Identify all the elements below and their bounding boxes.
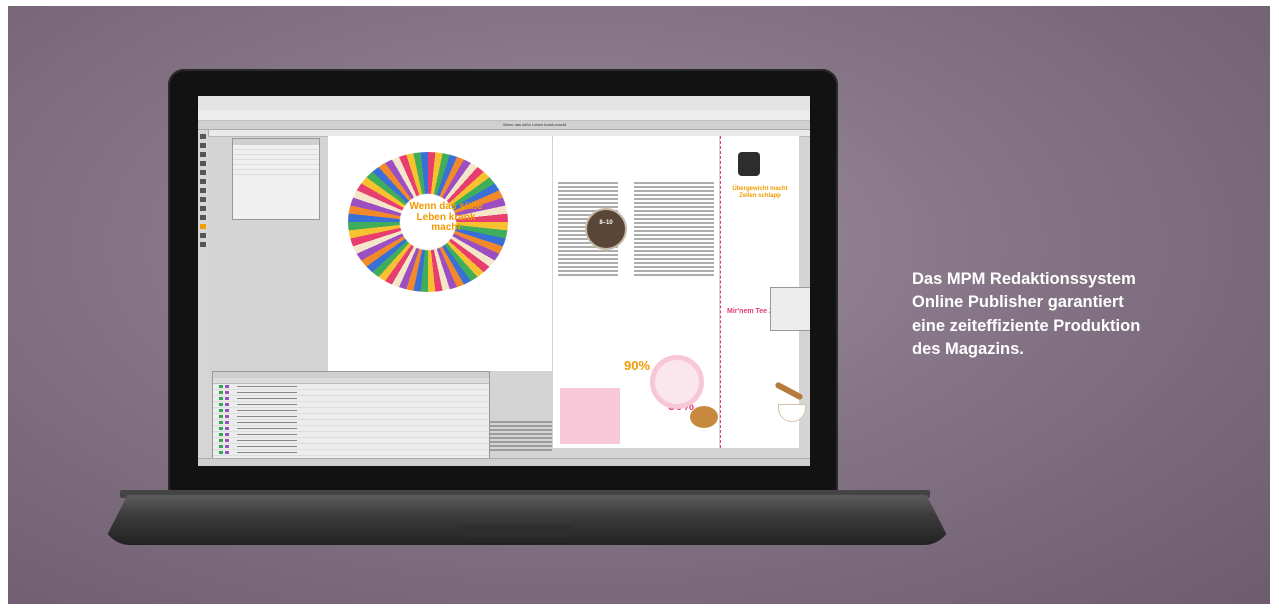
laptop-screen: Wenn das süße Leben krank macht Wenn das… [198, 96, 810, 466]
color-tool-icon[interactable] [200, 224, 206, 229]
assignments-panel[interactable] [212, 371, 490, 466]
document-tab[interactable]: Wenn das süße Leben krank macht [198, 121, 810, 130]
table-row[interactable] [213, 450, 489, 456]
laptop-notch [463, 525, 573, 537]
layers-panel[interactable] [232, 138, 320, 220]
caption-text: Das MPM Redaktionssystem Online Publishe… [912, 268, 1222, 362]
badge-circle [585, 208, 627, 250]
laptop-lid: Wenn das süße Leben krank macht Wenn das… [168, 69, 838, 494]
scale-icon [738, 152, 760, 176]
layer-row[interactable] [233, 170, 319, 175]
tool-icon[interactable] [200, 134, 206, 139]
tool-icon[interactable] [200, 206, 206, 211]
tool-icon[interactable] [200, 152, 206, 157]
caption-line: eine zeiteffiziente Produktion [912, 316, 1141, 335]
menu-bar[interactable] [198, 96, 810, 111]
status-bar [198, 458, 810, 466]
right-headline: Übergewicht macht Zellen schlapp [732, 186, 788, 199]
caption-line: Das MPM Redaktionssystem [912, 270, 1136, 288]
laptop-base [102, 495, 952, 545]
caption-line: des Magazins. [912, 340, 1024, 359]
donut-image [650, 355, 704, 409]
tool-icon[interactable] [200, 197, 206, 202]
control-bar[interactable] [198, 110, 810, 121]
left-page [328, 136, 552, 371]
tool-icon[interactable] [200, 233, 206, 238]
tool-icon[interactable] [200, 179, 206, 184]
background-stage: Wenn das süße Leben krank macht Wenn das… [8, 6, 1270, 604]
promo-box [560, 388, 620, 444]
percent-figure: 90% [624, 358, 651, 373]
swatches-panel[interactable] [770, 287, 810, 331]
text-column [490, 421, 552, 453]
muffin-image [690, 406, 718, 428]
document-title: Wenn das süße Leben krank macht [503, 122, 567, 127]
left-headline: Wenn das süße Leben krank macht [409, 201, 483, 233]
text-column [634, 182, 714, 278]
caption-line: Online Publisher garantiert [912, 293, 1124, 312]
tool-icon[interactable] [200, 188, 206, 193]
tool-icon[interactable] [200, 215, 206, 220]
tool-icon[interactable] [200, 242, 206, 247]
tool-icon[interactable] [200, 161, 206, 166]
badge-text: 8–10 [599, 220, 613, 226]
tool-icon[interactable] [200, 170, 206, 175]
tool-icon[interactable] [200, 143, 206, 148]
